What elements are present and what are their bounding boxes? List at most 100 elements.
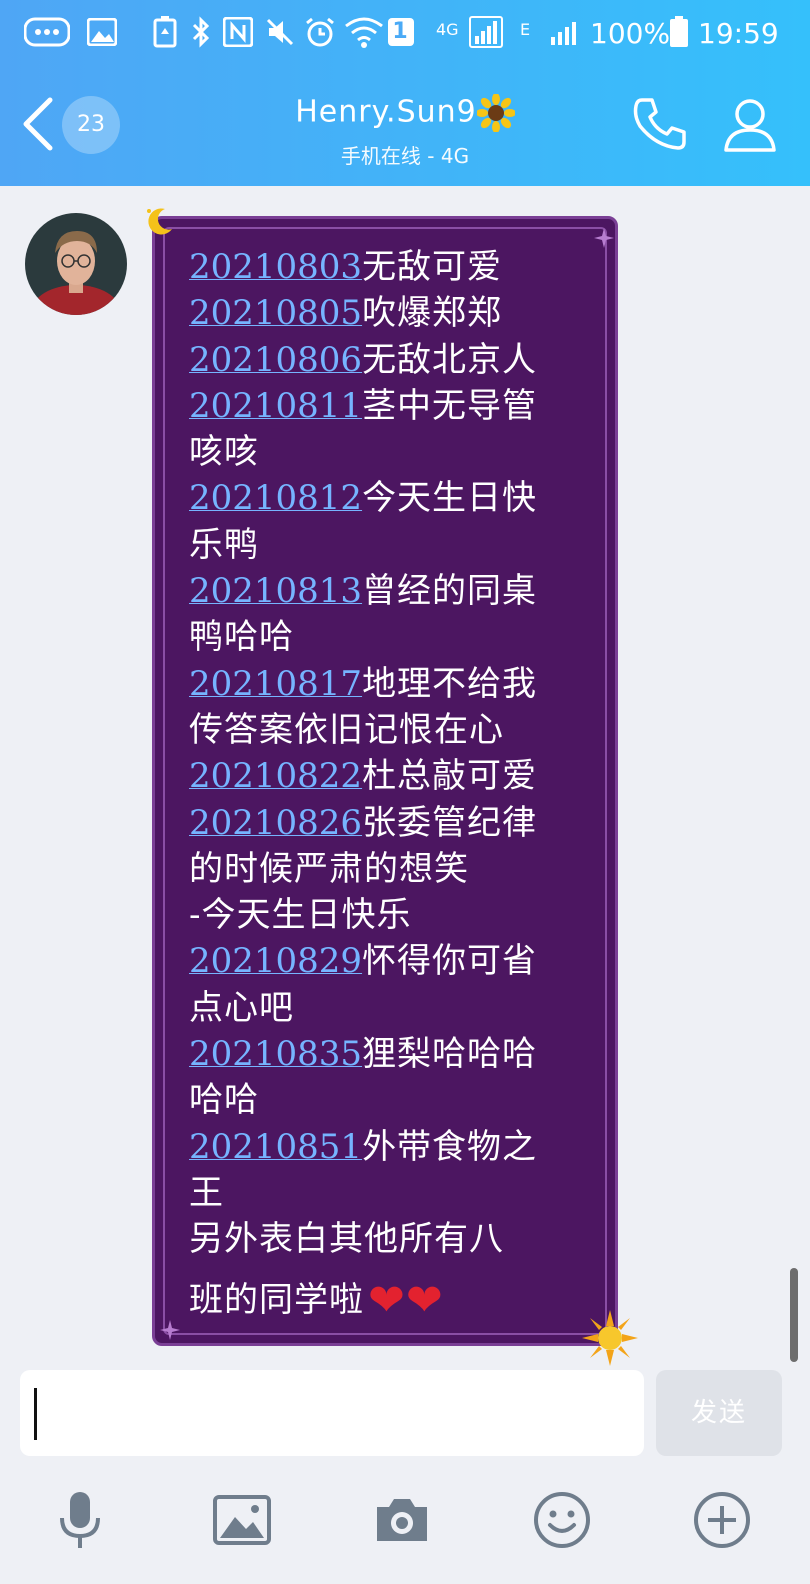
message-line-text: 曾经的同桌 [362,571,538,612]
chat-header: 1 4G E 100% 19:59 23 Henry.Sun9 手机在线 - 4… [0,0,810,186]
network-type-4g: 4G [436,20,459,39]
moon-icon [140,203,178,241]
heart-emoji: ❤❤ [368,1274,444,1326]
mute-icon [264,14,296,50]
message-line-text: 的时候严肃的想笑 [189,848,469,889]
message-line-text: 咳咳 [189,432,259,473]
message-line-text: 怀得你可省 [362,941,538,982]
clock: 19:59 [698,17,779,50]
sparkle-icon [592,226,616,250]
message-line-text: 乐鸭 [189,524,259,565]
message-line: 哈哈 [189,1077,589,1123]
sim-slot-badge: 1 [386,14,416,50]
call-button[interactable] [628,92,692,156]
signal-4g-icon [468,14,504,50]
message-line: 20210813曾经的同桌 [189,568,589,614]
scrollbar[interactable] [790,1268,798,1362]
message-line: 王 [189,1170,589,1216]
signal-e-icon [548,14,582,50]
message-line-text: 无敌北京人 [362,339,538,380]
message-line: 20210806无敌北京人 [189,337,589,383]
voice-button[interactable] [50,1490,110,1550]
message-line: 20210829怀得你可省 [189,938,589,984]
network-type-e: E [520,20,531,39]
send-button[interactable]: 发送 [656,1370,782,1456]
message-line-text: 哈哈 [189,1080,259,1121]
message-line: 点心吧 [189,985,589,1031]
message-line: 乐鸭 [189,522,589,568]
status-bar: 1 4G E 100% 19:59 [0,0,810,72]
date-link[interactable]: 20210829 [189,941,362,981]
message-line-text: 张委管纪律 [362,802,538,843]
date-link[interactable]: 20210805 [189,293,362,333]
date-link[interactable]: 20210835 [189,1034,362,1074]
date-link[interactable]: 20210803 [189,247,362,287]
wifi-icon [344,14,384,50]
message-line: -今天生日快乐 [189,892,589,938]
message-line: 20210822杜总敲可爱 [189,753,589,799]
message-line: 另外表白其他所有八 [189,1216,589,1262]
message-line: 20210817地理不给我 [189,661,589,707]
message-line-text: 外带食物之 [362,1126,538,1167]
message-line-text: 传答案依旧记恨在心 [189,709,504,750]
message-line-text: -今天生日快乐 [189,895,412,936]
text-cursor [34,1388,37,1440]
message-line: 传答案依旧记恨在心 [189,707,589,753]
message-line: 班的同学啦❤❤ [189,1277,589,1323]
message-line-text: 狸梨哈哈哈 [362,1034,538,1075]
battery-icon [668,14,690,50]
message-line: 鸭哈哈 [189,614,589,660]
message-line-text: 无敌可爱 [362,247,503,287]
microphone-icon [60,1492,100,1548]
sparkle-icon [158,1318,182,1342]
more-button[interactable] [692,1490,752,1550]
message-line: 20210851外带食物之 [189,1124,589,1170]
date-link[interactable]: 20210812 [189,478,362,518]
message-line: 20210812今天生日快 [189,475,589,521]
date-link[interactable]: 20210851 [189,1127,362,1167]
message-notification-icon [24,14,70,50]
message-line: 20210835狸梨哈哈哈 [189,1031,589,1077]
contact-avatar[interactable] [25,213,127,315]
gallery-notification-icon [86,14,118,50]
sun-icon [580,1308,640,1368]
date-link[interactable]: 20210806 [189,340,362,380]
message-line-text: 班的同学啦 [189,1279,364,1320]
message-line-text: 杜总敲可爱 [362,756,538,797]
message-input[interactable] [20,1370,644,1456]
message-line: 的时候严肃的想笑 [189,846,589,892]
bluetooth-icon [190,14,212,50]
plus-icon [694,1492,750,1548]
nfc-icon [222,14,254,50]
message-line: 咳咳 [189,429,589,475]
message-line: 20210805吹爆郑郑 [189,290,589,336]
date-link[interactable]: 20210826 [189,803,362,843]
image-icon [213,1495,271,1545]
person-icon [724,99,776,152]
message-line-text: 茎中无导管 [362,385,538,426]
phone-icon [633,98,686,150]
message-line-text: 点心吧 [189,987,294,1028]
date-link[interactable]: 20210817 [189,664,362,704]
sunflower-icon [475,93,516,133]
date-link[interactable]: 20210811 [189,386,362,426]
emoji-button[interactable] [532,1490,592,1550]
message-line: 20210826张委管纪律 [189,800,589,846]
date-link[interactable]: 20210822 [189,756,362,796]
date-link[interactable]: 20210813 [189,571,362,611]
message-line-text: 另外表白其他所有八 [189,1219,504,1260]
emoji-icon [534,1492,590,1548]
message-line-text: 吹爆郑郑 [362,293,503,334]
message-line: 20210803无敌可爱 [189,244,589,290]
contact-profile-button[interactable] [718,92,782,156]
battery-percent: 100% [590,17,671,50]
camera-button[interactable] [372,1490,432,1550]
message-line-text: 王 [189,1172,224,1213]
alarm-icon [304,14,336,50]
message-text: 20210803无敌可爱 20210805吹爆郑郑 20210806无敌北京人 202… [189,244,589,1323]
message-line-text: 今天生日快 [362,478,538,519]
message-line-text: 鸭哈哈 [189,617,294,658]
image-button[interactable] [212,1490,272,1550]
message-line: 20210811茎中无导管 [189,383,589,429]
battery-saver-icon [152,14,178,50]
